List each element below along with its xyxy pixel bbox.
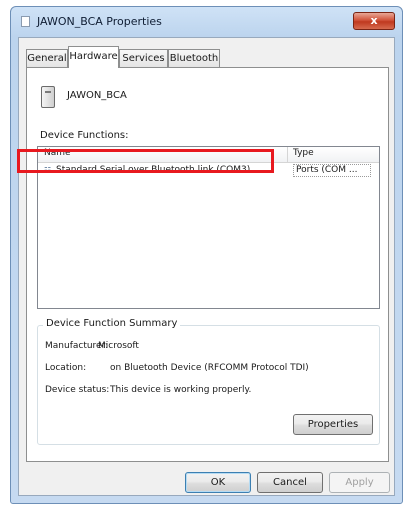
apply-button[interactable]: Apply: [329, 472, 390, 493]
close-button[interactable]: x: [353, 12, 395, 30]
tab-hardware[interactable]: Hardware: [68, 46, 119, 68]
row-type: Ports (COM ...: [293, 164, 371, 177]
device-icon: [41, 86, 55, 108]
location-label: Location:: [45, 363, 87, 373]
window-title: JAWON_BCA Properties: [37, 15, 162, 28]
device-function-summary: Device Function Summary Manufacturer: Mi…: [37, 318, 380, 445]
status-label: Device status:: [45, 385, 110, 395]
tab-services[interactable]: Services: [119, 49, 168, 67]
red-highlight-box: [17, 149, 274, 173]
location-value: on Bluetooth Device (RFCOMM Protocol TDI…: [110, 363, 309, 373]
window-icon: [21, 16, 30, 27]
device-name: JAWON_BCA: [67, 90, 127, 101]
dialog-client-area: General Hardware Services Bluetooth JAWO…: [18, 37, 395, 496]
manufacturer-value: Microsoft: [98, 341, 139, 351]
tab-bluetooth[interactable]: Bluetooth: [168, 49, 220, 67]
properties-window: JAWON_BCA Properties x General Hardware …: [10, 6, 403, 504]
device-functions-label: Device Functions:: [40, 130, 129, 141]
hardware-tab-panel: JAWON_BCA Device Functions: Name Type ☷ …: [26, 67, 389, 462]
column-header-type[interactable]: Type: [293, 148, 314, 158]
properties-button[interactable]: Properties: [293, 414, 373, 435]
ok-button[interactable]: OK: [185, 472, 251, 493]
column-divider[interactable]: [287, 147, 288, 162]
tab-general[interactable]: General: [26, 49, 68, 67]
status-value: This device is working properly.: [110, 385, 252, 395]
summary-title: Device Function Summary: [43, 318, 181, 329]
cancel-button[interactable]: Cancel: [257, 472, 323, 493]
title-bar[interactable]: JAWON_BCA Properties x: [11, 7, 402, 37]
